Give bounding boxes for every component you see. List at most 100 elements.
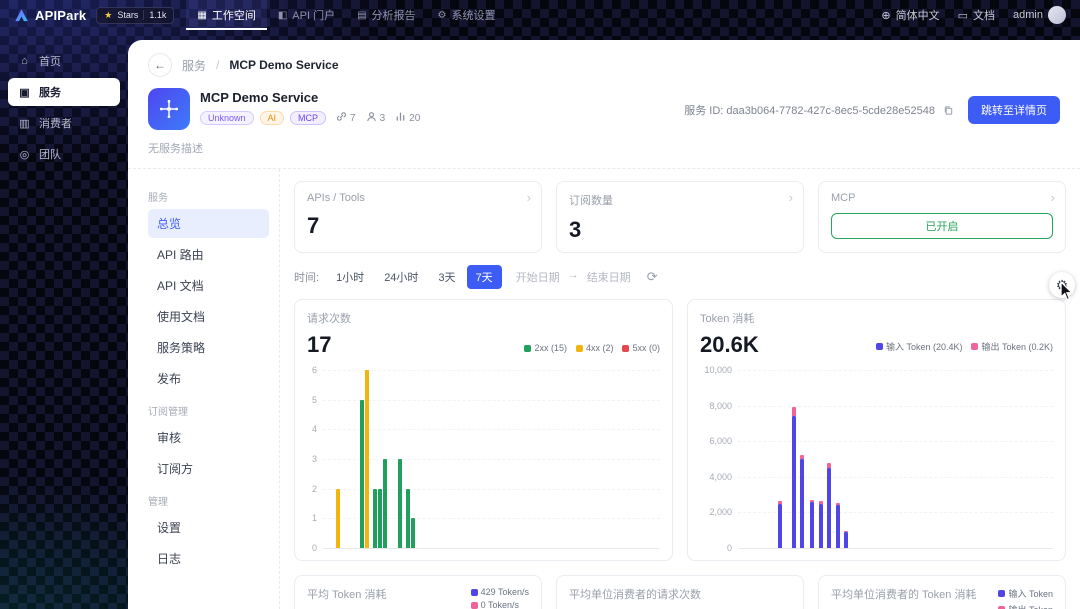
kpi-card: 平均单位消费者的请求次数5 [556,575,804,609]
legend-color-swatch [524,344,532,352]
bar [364,370,369,548]
stat-card[interactable]: APIs / Tools › 7 [294,181,542,253]
y-axis-tick: 3 [311,454,317,464]
github-stars-badge[interactable]: ★ Stars 1.1k [96,6,175,24]
y-axis-tick: 6,000 [709,436,732,447]
legend-label: 0 Token/s [480,600,519,609]
subnav-item[interactable]: API 路由 [148,240,269,269]
subnav-item[interactable]: 订阅方 [148,454,269,483]
language-switch[interactable]: ⊕ 简体中文 [881,7,939,23]
service-id-value: daa3b064-7782-427c-8ec5-5cde28e52548 [726,105,935,117]
topnav-item[interactable]: ▦ 工作空间 [186,0,267,30]
sidebar-item-consumers[interactable]: ▥ 消费者 [8,109,120,137]
mcp-status-button[interactable]: 已开启 [831,213,1053,239]
topbar: APIPark ★ Stars 1.1k ▦ 工作空间 ◧ API 门户 ▤ 分析报告 ⚙ 系… [0,0,1080,30]
star-icon: ★ [104,9,113,20]
legend-item: 5xx (0) [622,343,660,353]
copy-icon[interactable] [943,105,954,116]
kpi-legend: 输入 Token 输出 Token [998,587,1053,609]
kpi-card: 平均 Token 消耗429 Token/s0 Token/s9 Token/s [294,575,542,609]
kpi-head: 平均单位消费者的请求次数 [569,586,791,602]
breadcrumb-separator: / [216,58,220,72]
kpi-card: 平均单位消费者的 Token 消耗输入 Token输出 Token6.9K [818,575,1066,609]
docs-link[interactable]: ▭ 文档 [958,7,995,23]
topnav-item[interactable]: ⚙ 系统设置 [427,0,507,30]
apipark-logo-icon [15,8,28,21]
time-option[interactable]: 3天 [429,265,464,289]
date-arrow-icon: → [567,269,579,281]
chart-title: Token 消耗 [700,313,755,325]
sidebar-item-teams[interactable]: ◎ 团队 [8,140,120,168]
gridline [323,548,660,549]
bar [835,503,840,506]
stat-card-label: 订阅数量 [569,195,613,207]
subnav-item[interactable]: API 文档 [148,271,269,300]
back-button[interactable]: ← [148,53,172,77]
brand[interactable]: APIPark [14,8,86,23]
stat-card[interactable]: 订阅数量 › 3 [556,181,804,253]
service-description: 无服务描述 [148,143,203,155]
tokens-chart-card: Token 消耗 20.6K 输入 Token (20.4K) 输出 Token (0… [687,299,1066,561]
y-axis-tick: 2,000 [709,507,732,518]
y-axis-tick: 10,000 [704,365,732,375]
subnav-item[interactable]: 服务策略 [148,333,269,362]
chart-plot: 6 5 4 3 2 1 0 [307,365,660,553]
username: admin [1013,9,1043,21]
time-option[interactable]: 1小时 [327,265,373,289]
service-name: MCP Demo Service [200,90,319,105]
docs-label: 文档 [973,10,996,22]
date-range-picker[interactable]: 开始日期 → 结束日期 [516,269,631,285]
overview-dashboard: APIs / Tools › 7 订阅数量 › 3 MCP › 已开启 时间: 1小时 24小时 3… [280,169,1080,609]
refresh-icon[interactable]: ⟳ [647,269,658,285]
bar [818,501,823,504]
subnav-item[interactable]: 审核 [148,423,269,452]
service-stat: 3 [366,111,386,125]
topnav-item[interactable]: ▤ 分析报告 [346,0,426,30]
time-option[interactable]: 7天 [466,265,502,289]
service-tag: MCP [290,111,327,125]
chart-legend: 2xx (15) 4xx (2) 5xx (0) [524,343,660,353]
service-stat-value: 3 [379,112,386,124]
legend-label: 输入 Token (20.4K) [885,342,963,352]
legend-color-swatch [998,590,1006,597]
settings-gear-float[interactable]: ⚙ [1049,272,1075,298]
bar [835,505,840,548]
language-label: 简体中文 [895,10,940,22]
service-id-label: 服务 ID: [684,105,724,117]
subnav-item[interactable]: 使用文档 [148,302,269,331]
portal-icon: ◧ [277,9,288,21]
y-axis-tick: 4 [311,424,317,435]
date-start-placeholder: 开始日期 [515,272,560,284]
time-option[interactable]: 24小时 [375,265,427,289]
breadcrumb-parent[interactable]: 服务 [182,57,206,74]
bar [843,531,848,548]
bar [809,499,814,502]
legend-item: 输出 Token [998,603,1053,609]
legend-label: 5xx (0) [632,343,660,353]
bar [800,455,805,459]
legend-color-swatch [971,343,979,350]
sidebar-item-services[interactable]: ▣ 服务 [8,78,120,106]
subnav-item[interactable]: 发布 [148,364,269,393]
topnav-item[interactable]: ◧ API 门户 [267,0,346,30]
consumers-icon: ▥ [19,117,30,130]
time-filter-options: 1小时 24小时 3天 7天 [327,265,502,289]
subnav-item[interactable]: 总览 [148,209,269,238]
chart-total-value: 20.6K [700,332,759,357]
subnav-item[interactable]: 设置 [148,513,269,542]
settings-icon: ⚙ [437,9,447,21]
subnav-item[interactable]: 日志 [148,544,269,573]
home-icon: ⌂ [21,55,28,67]
sidebar-item-home[interactable]: ⌂ 首页 [8,47,120,75]
legend-color-swatch [875,343,883,350]
stat-card[interactable]: MCP › 已开启 [818,181,1066,253]
service-header-right: 服务 ID: daa3b064-7782-427c-8ec5-5cde28e52… [684,88,1060,124]
stat-card-value: 7 [307,213,320,238]
breadcrumb: ← 服务 / MCP Demo Service [128,40,1080,86]
goto-detail-button[interactable]: 跳转至详情页 [968,96,1060,124]
legend-label: 429 Token/s [480,587,529,597]
user-menu[interactable]: admin [1013,6,1066,24]
bar [382,459,387,548]
y-axis-tick: 8,000 [709,400,732,411]
stars-label: Stars [117,10,139,20]
